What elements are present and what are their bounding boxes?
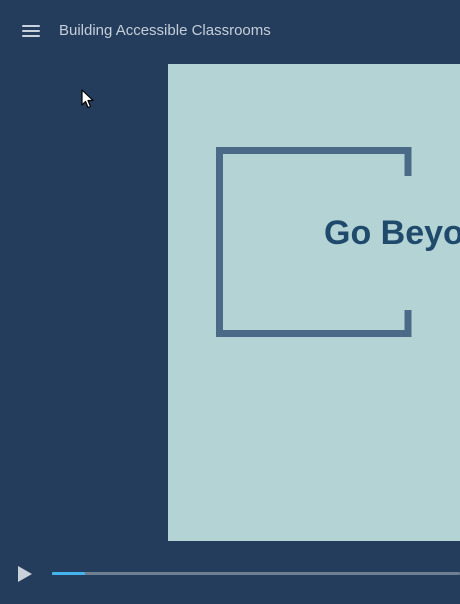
mouse-pointer-icon [81, 89, 94, 109]
progress-fill [52, 572, 85, 575]
slide-canvas: Go Beyo [168, 64, 460, 541]
hamburger-menu-icon[interactable] [22, 25, 40, 37]
play-icon[interactable] [17, 566, 33, 582]
course-title: Building Accessible Classrooms [59, 22, 271, 39]
top-bar: Building Accessible Classrooms [0, 0, 460, 60]
player-controls [0, 556, 460, 592]
slide-headline: Go Beyo [324, 214, 460, 252]
progress-bar[interactable] [52, 572, 460, 575]
